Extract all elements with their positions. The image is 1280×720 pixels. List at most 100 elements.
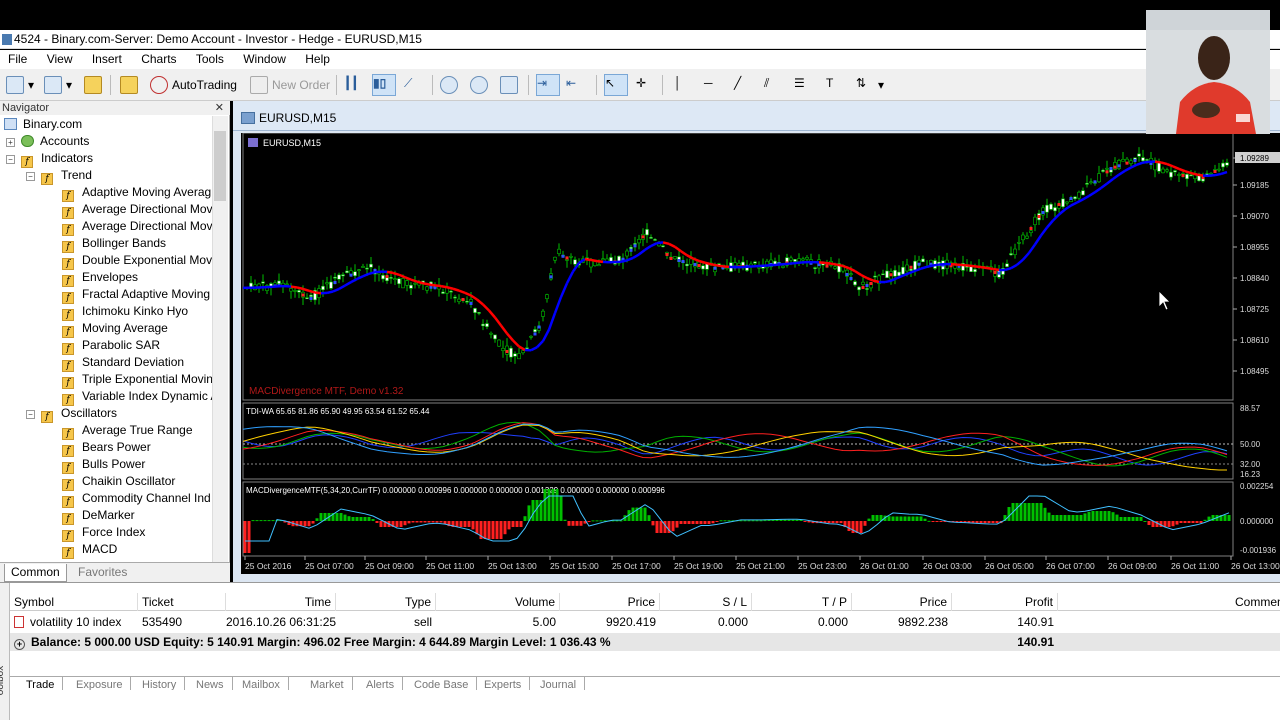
nav-item-average-directional-move[interactable]: f Average Directional Move — [62, 201, 212, 219]
col-price[interactable]: Price — [560, 593, 660, 611]
nav-item-bulls-power[interactable]: f Bulls Power — [62, 456, 145, 474]
nav-item-variable-index-dynamic-a[interactable]: f Variable Index Dynamic A — [62, 388, 212, 406]
trendline-button[interactable]: ╱ — [734, 74, 756, 96]
nav-item-adaptive-moving-averag[interactable]: f Adaptive Moving Averag — [62, 184, 211, 202]
autoscroll-button[interactable]: ⇥ — [536, 74, 560, 96]
nav-item-indicators[interactable]: − f Indicators — [6, 150, 93, 168]
market-watch-button[interactable] — [84, 74, 106, 96]
terminal-tab-mailbox[interactable]: Mailbox — [234, 677, 289, 690]
fibonacci-button[interactable]: ☰ — [794, 74, 816, 96]
col-tp[interactable]: T / P — [752, 593, 852, 611]
terminal-tab-trade[interactable]: Trade — [18, 677, 64, 690]
nav-item-force-index[interactable]: f Force Index — [62, 524, 145, 542]
bar-chart-button[interactable]: ┃┃ — [344, 74, 366, 96]
nav-item-moving-average[interactable]: f Moving Average — [62, 320, 168, 338]
chart-svg[interactable]: EURUSD,M15 MACDivergence MTF, Demo v1.32 1… — [241, 132, 1280, 574]
col-volume[interactable]: Volume — [436, 593, 560, 611]
text-tool-button[interactable]: T — [826, 74, 848, 96]
cursor-tool-button[interactable]: ↖ — [604, 74, 628, 96]
candlestick-button[interactable]: ▮▯ — [372, 74, 396, 96]
tab-favorites[interactable]: Favorites — [72, 564, 133, 582]
col-symbol[interactable]: Symbol — [14, 593, 138, 611]
nav-item-envelopes[interactable]: f Envelopes — [62, 269, 138, 287]
collapse-icon[interactable]: − — [26, 172, 35, 181]
macd-bar — [779, 519, 783, 521]
terminal-tab-alerts[interactable]: Alerts — [358, 677, 404, 690]
menu-insert[interactable]: Insert — [84, 50, 130, 69]
col-type[interactable]: Type — [336, 593, 436, 611]
terminal-tab-journal[interactable]: Journal — [532, 677, 586, 690]
macd-bar — [467, 521, 471, 527]
nav-item-double-exponential-movi[interactable]: f Double Exponential Movi — [62, 252, 212, 270]
vertical-line-button[interactable]: │ — [674, 74, 696, 96]
collapse-icon[interactable]: − — [26, 410, 35, 419]
menu-window[interactable]: Window — [235, 50, 294, 69]
macd-bar — [983, 521, 987, 524]
nav-item-bollinger-bands[interactable]: f Bollinger Bands — [62, 235, 166, 253]
row-tp[interactable]: 0.000 — [752, 613, 852, 631]
col-sl[interactable]: S / L — [660, 593, 752, 611]
moving-average-segment — [302, 287, 310, 292]
terminal-tab-market[interactable]: Market — [302, 677, 353, 690]
navigator-scroll-thumb[interactable] — [214, 131, 226, 201]
zoom-out-button[interactable] — [470, 74, 492, 96]
terminal-tab-news[interactable]: News — [188, 677, 233, 690]
nav-item-triple-exponential-movin[interactable]: f Triple Exponential Movin — [62, 371, 212, 389]
row-sl[interactable]: 0.000 — [660, 613, 752, 631]
new-order-button[interactable]: New Order — [250, 74, 330, 96]
crosshair-button[interactable]: ✛ — [636, 74, 658, 96]
expand-icon[interactable]: + — [14, 639, 25, 650]
col-profit[interactable]: Profit — [952, 593, 1058, 611]
menu-tools[interactable]: Tools — [188, 50, 232, 69]
terminal-tab-exposure[interactable]: Exposure — [68, 677, 132, 690]
horizontal-line-button[interactable]: ─ — [704, 74, 726, 96]
autotrading-button[interactable]: AutoTrading — [150, 74, 237, 96]
collapse-icon[interactable]: − — [6, 155, 15, 164]
terminal-tab-code-base[interactable]: Code Base — [406, 677, 478, 690]
nav-item-chaikin-oscillator[interactable]: f Chaikin Oscillator — [62, 473, 175, 491]
nav-item-bears-power[interactable]: f Bears Power — [62, 439, 151, 457]
nav-item-average-true-range[interactable]: f Average True Range — [62, 422, 193, 440]
arrows-button[interactable]: ⇅ ▾ — [856, 74, 884, 96]
nav-item-average-directional-move[interactable]: f Average Directional Move — [62, 218, 212, 236]
line-chart-button[interactable]: ⟋ — [404, 74, 426, 96]
nav-item-label: Parabolic SAR — [82, 338, 161, 352]
tile-windows-button[interactable] — [500, 74, 522, 96]
terminal-tab-history[interactable]: History — [134, 677, 186, 690]
nav-item-accounts[interactable]: + Accounts — [6, 133, 89, 150]
table-row[interactable]: volatility 10 index 535490 2016.10.26 06… — [10, 613, 1280, 631]
new-chart-button[interactable]: ▾ — [6, 74, 34, 96]
macd-bar — [1139, 517, 1143, 521]
nav-item-binary-com[interactable]: Binary.com — [4, 116, 82, 133]
menu-charts[interactable]: Charts — [133, 50, 184, 69]
menu-view[interactable]: View — [39, 50, 81, 69]
profiles-button[interactable]: ▾ — [44, 74, 72, 96]
col-time[interactable]: Time — [226, 593, 336, 611]
nav-item-demarker[interactable]: f DeMarker — [62, 507, 135, 525]
close-icon[interactable]: ✕ — [215, 101, 224, 115]
col-current-price[interactable]: Price — [852, 593, 952, 611]
nav-item-parabolic-sar[interactable]: f Parabolic SAR — [62, 337, 161, 355]
col-ticket[interactable]: Ticket — [142, 593, 226, 611]
macd-bar — [531, 500, 535, 521]
chart-shift-button[interactable]: ⇤ — [566, 74, 588, 96]
nav-item-standard-deviation[interactable]: f Standard Deviation — [62, 354, 184, 372]
nav-item-macd[interactable]: f MACD — [62, 541, 117, 559]
metaeditor-button[interactable] — [120, 74, 142, 96]
nav-item-oscillators[interactable]: − f Oscillators — [26, 405, 117, 423]
zoom-in-button[interactable] — [440, 74, 462, 96]
expand-icon[interactable]: + — [6, 138, 15, 147]
nav-item-fractal-adaptive-moving[interactable]: f Fractal Adaptive Moving — [62, 286, 210, 304]
tab-common[interactable]: Common — [4, 564, 67, 582]
terminal-tab-experts[interactable]: Experts — [476, 677, 531, 690]
col-comment[interactable]: Commen — [1235, 593, 1280, 611]
channel-button[interactable]: ⫽ — [764, 74, 786, 96]
chart-area[interactable]: EURUSD,M15 MACDivergence MTF, Demo v1.32 1… — [241, 132, 1280, 574]
menu-help[interactable]: Help — [297, 50, 338, 69]
nav-item-commodity-channel-ind[interactable]: f Commodity Channel Ind — [62, 490, 211, 508]
nav-item-trend[interactable]: − f Trend — [26, 167, 92, 185]
menu-file[interactable]: File — [0, 50, 35, 69]
nav-item-ichimoku-kinko-hyo[interactable]: f Ichimoku Kinko Hyo — [62, 303, 188, 321]
candle-body — [1033, 216, 1037, 226]
indicator-watermark: MACDivergence MTF, Demo v1.32 — [249, 386, 404, 397]
